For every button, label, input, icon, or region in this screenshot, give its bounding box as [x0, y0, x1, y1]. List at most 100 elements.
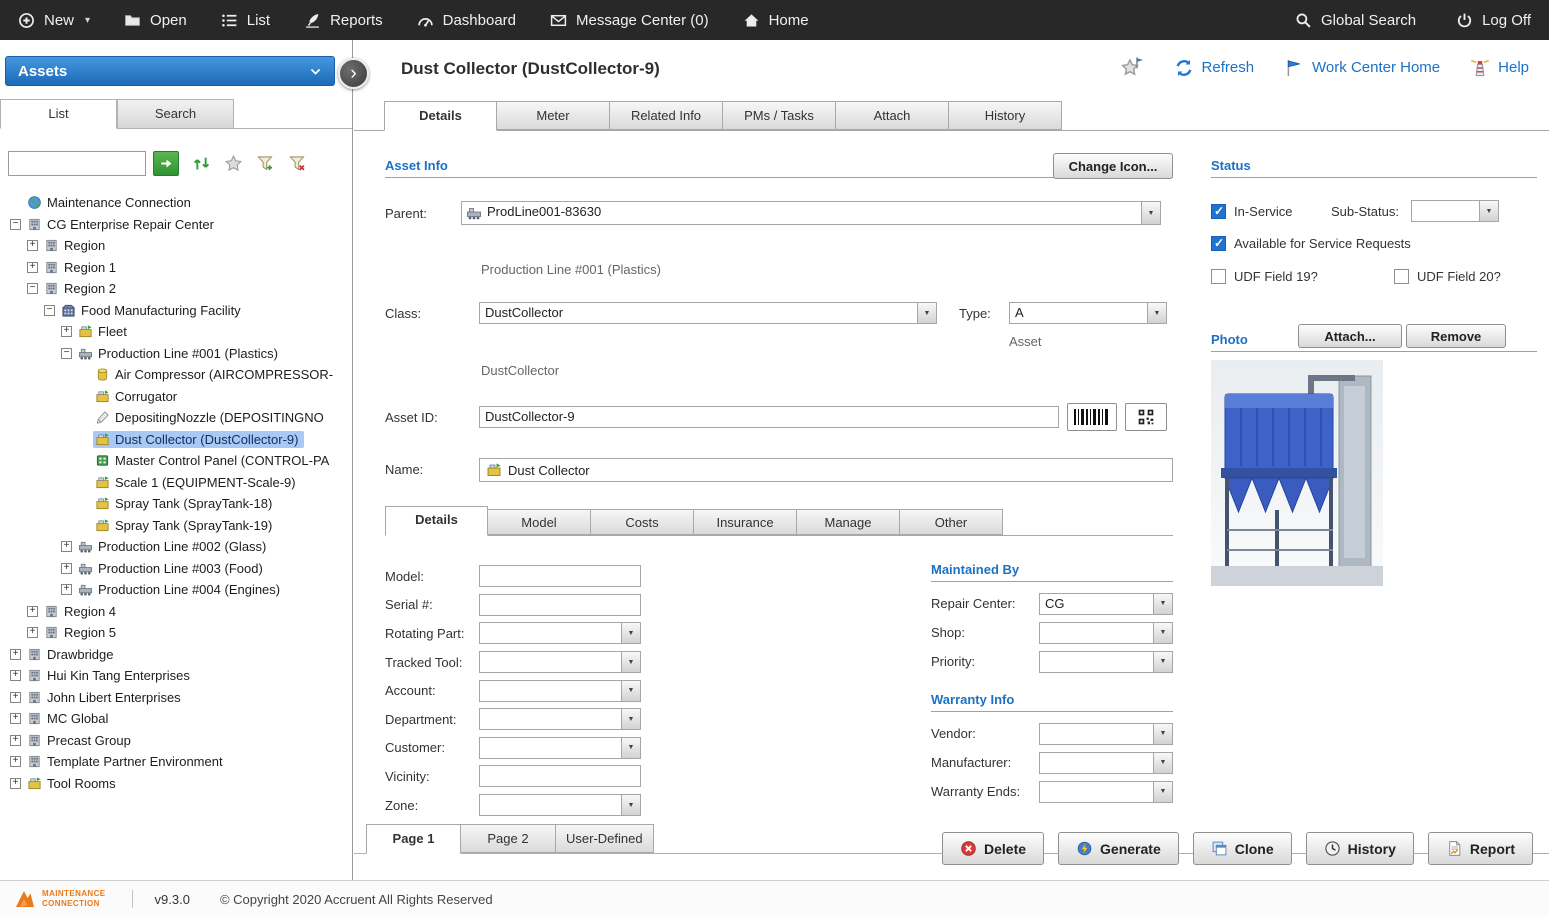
class-select[interactable]: DustCollector ▼	[479, 302, 937, 324]
tree-item-label[interactable]: DepositingNozzle (DEPOSITINGNO	[114, 410, 325, 425]
expand-icon[interactable]: +	[61, 584, 72, 595]
tree-item-label[interactable]: Spray Tank (SprayTank-18)	[114, 496, 273, 511]
dropdown-arrow-icon[interactable]: ▼	[1153, 623, 1172, 643]
dropdown-arrow-icon[interactable]: ▼	[1153, 724, 1172, 744]
select-shop[interactable]: ▼	[1039, 622, 1173, 644]
dropdown-arrow-icon[interactable]: ▼	[621, 738, 640, 758]
tree-item[interactable]: +Template Partner Environment	[10, 751, 352, 773]
tree-item-label[interactable]: Drawbridge	[46, 647, 114, 662]
udf-field-20-checkbox[interactable]	[1394, 269, 1409, 284]
expand-icon[interactable]: +	[27, 262, 38, 273]
input-serial[interactable]	[479, 594, 641, 616]
udf-field-19-checkbox[interactable]	[1211, 269, 1226, 284]
tree-item-label[interactable]: Production Line #004 (Engines)	[97, 582, 281, 597]
dropdown-arrow-icon[interactable]: ▼	[621, 795, 640, 815]
expand-icon[interactable]: +	[10, 649, 21, 660]
tab-history[interactable]: History	[949, 101, 1062, 130]
tab-meter[interactable]: Meter	[497, 101, 610, 130]
tree-item-label[interactable]: Production Line #003 (Food)	[97, 561, 264, 576]
filter-add-icon[interactable]	[256, 154, 275, 173]
select-customer[interactable]: ▼	[479, 737, 641, 759]
collapse-icon[interactable]: −	[61, 348, 72, 359]
tree-item[interactable]: + Region 4	[10, 601, 352, 623]
dropdown-arrow-icon[interactable]: ▼	[1141, 202, 1160, 224]
select-tracked-tool[interactable]: ▼	[479, 651, 641, 673]
expand-icon[interactable]: +	[10, 670, 21, 681]
tree-item-label[interactable]: Fleet	[97, 324, 128, 339]
expand-icon[interactable]: +	[61, 326, 72, 337]
action-generate-button[interactable]: Generate	[1058, 832, 1179, 865]
tree-item-label[interactable]: Corrugator	[114, 389, 178, 404]
barcode-button[interactable]	[1067, 403, 1117, 431]
tree-item-label[interactable]: Region 4	[63, 604, 117, 619]
collapse-icon[interactable]: −	[10, 219, 21, 230]
tree-item[interactable]: +Precast Group	[10, 730, 352, 752]
tree-item[interactable]: + Production Line #003 (Food)	[10, 558, 352, 580]
dropdown-arrow-icon[interactable]: ▼	[621, 652, 640, 672]
tree-item-label[interactable]: John Libert Enterprises	[46, 690, 182, 705]
expand-icon[interactable]: +	[27, 606, 38, 617]
tree-item-label[interactable]: Hui Kin Tang Enterprises	[46, 668, 191, 683]
select-manufacturer[interactable]: ▼	[1039, 752, 1173, 774]
tab-details[interactable]: Details	[384, 101, 497, 131]
tree-item[interactable]: +Region	[10, 235, 352, 257]
sidebar-tab-list[interactable]: List	[0, 99, 117, 129]
dropdown-arrow-icon[interactable]: ▼	[1153, 594, 1172, 614]
type-select[interactable]: A ▼	[1009, 302, 1167, 324]
tree-item[interactable]: Spray Tank (SprayTank-18)	[10, 493, 352, 515]
dropdown-arrow-icon[interactable]: ▼	[1153, 753, 1172, 773]
tree-item-label[interactable]: Region 2	[63, 281, 117, 296]
nav-item-list[interactable]: List	[221, 12, 270, 29]
refresh-link[interactable]: Refresh	[1174, 58, 1255, 78]
tree-search-input[interactable]	[8, 151, 146, 176]
expand-icon[interactable]: +	[10, 756, 21, 767]
action-history-button[interactable]: History	[1306, 832, 1414, 865]
tab-attach[interactable]: Attach	[836, 101, 949, 130]
change-icon-button[interactable]: Change Icon...	[1053, 153, 1173, 179]
tree-item-label[interactable]: Master Control Panel (CONTROL-PA	[114, 453, 330, 468]
tree-item-label[interactable]: Production Line #002 (Glass)	[97, 539, 267, 554]
expand-icon[interactable]: +	[10, 735, 21, 746]
select-priority[interactable]: ▼	[1039, 651, 1173, 673]
search-go-button[interactable]	[153, 151, 179, 176]
expand-icon[interactable]: +	[61, 541, 72, 552]
nav-item-reports[interactable]: Reports	[304, 12, 383, 29]
input-model[interactable]	[479, 565, 641, 587]
nav-item-message-center-0[interactable]: Message Center (0)	[550, 12, 709, 29]
sub-status-select[interactable]: ▼	[1411, 200, 1499, 222]
subtab-costs[interactable]: Costs	[591, 509, 694, 535]
asset-id-input[interactable]: DustCollector-9	[479, 406, 1059, 428]
tab-related-info[interactable]: Related Info	[610, 101, 723, 130]
photo-attach-button[interactable]: Attach...	[1298, 324, 1402, 348]
subtab-details[interactable]: Details	[385, 506, 488, 536]
subtab-insurance[interactable]: Insurance	[694, 509, 797, 535]
expand-icon[interactable]: +	[61, 563, 72, 574]
dropdown-arrow-icon[interactable]: ▼	[621, 709, 640, 729]
filter-clear-icon[interactable]	[288, 154, 307, 173]
nav-item-open[interactable]: Open	[124, 12, 187, 29]
nav-item-log-off[interactable]: Log Off	[1456, 12, 1531, 29]
tree-item[interactable]: + Production Line #004 (Engines)	[10, 579, 352, 601]
page-tab-page-2[interactable]: Page 2	[461, 824, 556, 853]
expand-icon[interactable]: +	[10, 692, 21, 703]
tree-item[interactable]: Air Compressor (AIRCOMPRESSOR-	[10, 364, 352, 386]
sidebar-tab-search[interactable]: Search	[117, 99, 234, 128]
select-rotating-part[interactable]: ▼	[479, 622, 641, 644]
select-vendor[interactable]: ▼	[1039, 723, 1173, 745]
tree-item-label[interactable]: Region 1	[63, 260, 117, 275]
select-department[interactable]: ▼	[479, 708, 641, 730]
tree-item-label[interactable]: Spray Tank (SprayTank-19)	[114, 518, 273, 533]
help-link[interactable]: Help	[1470, 58, 1529, 78]
action-clone-button[interactable]: Clone	[1193, 832, 1292, 865]
subtab-model[interactable]: Model	[488, 509, 591, 535]
dropdown-arrow-icon[interactable]: ▼	[1153, 652, 1172, 672]
select-repair-center[interactable]: CG▼	[1039, 593, 1173, 615]
tree-item[interactable]: Master Control Panel (CONTROL-PA	[10, 450, 352, 472]
photo-remove-button[interactable]: Remove	[1406, 324, 1506, 348]
tree-item[interactable]: Maintenance Connection	[10, 192, 352, 214]
collapse-icon[interactable]: −	[44, 305, 55, 316]
tree-item-label[interactable]: MC Global	[46, 711, 109, 726]
tree-item[interactable]: +MC Global	[10, 708, 352, 730]
available-for-service-checkbox[interactable]	[1211, 236, 1226, 251]
tree-item[interactable]: DepositingNozzle (DEPOSITINGNO	[10, 407, 352, 429]
